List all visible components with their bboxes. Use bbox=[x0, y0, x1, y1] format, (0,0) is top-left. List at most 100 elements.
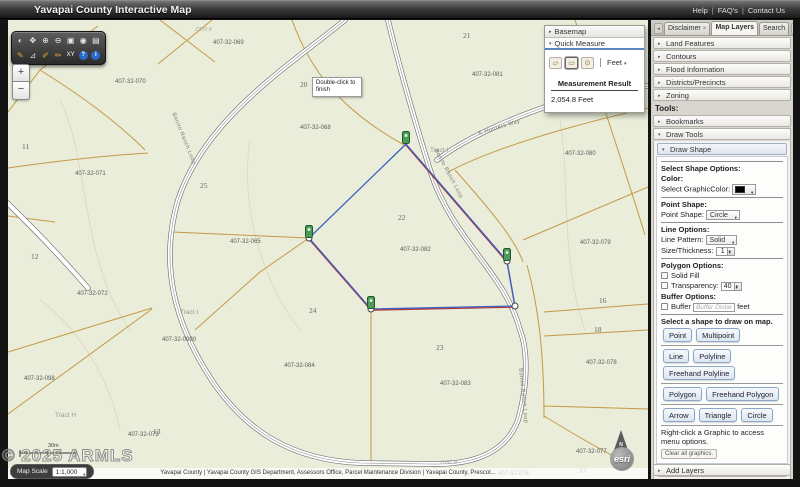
line-pattern-row: Line Pattern: Solid bbox=[661, 235, 783, 245]
esri-logo-label: esri bbox=[614, 454, 630, 464]
xy-coordinates-icon[interactable]: XY bbox=[64, 48, 77, 63]
accordion-flood-information[interactable]: Flood Information bbox=[653, 63, 791, 75]
help-icon[interactable]: ? bbox=[79, 51, 88, 60]
titlebar-link-contact-us[interactable]: Contact Us bbox=[748, 6, 785, 15]
accordion-draw-shape[interactable]: Draw Shape bbox=[657, 143, 787, 155]
line-pattern-label: Line Pattern: bbox=[661, 235, 704, 244]
toolbar-row-2: ✎⊿✐✏XY?i bbox=[14, 48, 102, 63]
graphic-color-label: Select GraphicColor: bbox=[661, 184, 730, 193]
map-scale-label: Map Scale bbox=[17, 468, 48, 475]
point-shape-title: Point Shape: bbox=[661, 200, 783, 209]
link-separator: | bbox=[712, 6, 714, 15]
quick-measure-body: ▱▭⊙Feet Measurement Result 2,054.8 Feet bbox=[545, 50, 644, 112]
shape-button-freehand-polyline[interactable]: Freehand Polyline bbox=[663, 366, 735, 380]
globe-icon[interactable]: ◐ bbox=[14, 33, 27, 48]
shape-button-row: Arrow TriangleCircle bbox=[661, 407, 783, 423]
shape-button-row: Freehand Polyline bbox=[661, 365, 783, 381]
titlebar-link-help[interactable]: Help bbox=[692, 6, 707, 15]
units-dropdown[interactable]: Feet bbox=[600, 58, 627, 67]
tab-scroll-left-icon[interactable]: ◂ bbox=[654, 23, 663, 34]
shape-button-polygon[interactable]: Polygon bbox=[663, 387, 702, 401]
color-swatch bbox=[735, 186, 745, 193]
buffer-distance-input[interactable] bbox=[693, 303, 735, 312]
measure-icon[interactable]: ⊿ bbox=[27, 48, 40, 63]
shape-button-freehand-polygon[interactable]: Freehand Polygon bbox=[706, 387, 779, 401]
info-icon[interactable]: i bbox=[91, 51, 100, 60]
zoom-in-button[interactable]: + bbox=[12, 64, 30, 82]
add-layers-wrap: Add Layers bbox=[651, 463, 793, 477]
location-measure-icon[interactable]: ⊙ bbox=[581, 57, 594, 69]
accordion-bookmarks[interactable]: Bookmarks bbox=[653, 115, 791, 127]
transparency-checkbox[interactable] bbox=[661, 282, 668, 289]
zoom-out-icon[interactable]: ⊖ bbox=[52, 33, 65, 48]
separator bbox=[661, 404, 783, 405]
stepper-icon[interactable] bbox=[728, 247, 735, 256]
solid-fill-label: Solid Fill bbox=[671, 271, 699, 280]
basemap-accordion-header[interactable]: Basemap bbox=[545, 26, 644, 38]
zoom-in-icon[interactable]: ⊕ bbox=[39, 33, 52, 48]
line-pattern-select[interactable]: Solid bbox=[706, 235, 738, 245]
layer-accordions: Land FeaturesContoursFlood InformationDi… bbox=[651, 37, 793, 101]
point-shape-select[interactable]: Circle bbox=[706, 210, 740, 220]
accordion-zoning[interactable]: Zoning bbox=[653, 89, 791, 101]
map-toolbar: ◐✥⊕⊖▣◉▤ ✎⊿✐✏XY?i bbox=[11, 31, 106, 65]
polygon-options-title: Polygon Options: bbox=[661, 261, 783, 270]
identify-icon[interactable]: ◉ bbox=[77, 33, 90, 48]
accordion-land-features[interactable]: Land Features bbox=[653, 37, 791, 49]
shape-button-arrow[interactable]: Arrow bbox=[663, 408, 695, 422]
tab-disclaimer[interactable]: Disclaimer× bbox=[664, 22, 710, 35]
titlebar-link-faq-s[interactable]: FAQ's bbox=[718, 6, 738, 15]
shape-button-point[interactable]: Point bbox=[663, 328, 692, 342]
tab-search[interactable]: Search bbox=[759, 22, 789, 35]
link-separator: | bbox=[742, 6, 744, 15]
solid-fill-row: Solid Fill bbox=[661, 271, 783, 280]
tab-label: Map Layers bbox=[715, 24, 754, 31]
map-scale-select[interactable]: 1:1,000 bbox=[52, 467, 88, 477]
vertex-pin-dot bbox=[370, 299, 373, 302]
shape-button-triangle[interactable]: Triangle bbox=[699, 408, 738, 422]
pan-hand-icon[interactable]: ✥ bbox=[27, 33, 40, 48]
buffer-checkbox[interactable] bbox=[661, 303, 668, 310]
separator bbox=[661, 383, 783, 384]
paint-icon[interactable]: ✏ bbox=[52, 48, 65, 63]
clear-graphics-button[interactable]: Clear all graphics. bbox=[661, 449, 717, 459]
accordion-draw-tools[interactable]: Draw Tools bbox=[653, 128, 791, 140]
accordion-add-layers[interactable]: Add Layers bbox=[653, 464, 791, 476]
accordion-districts-precincts[interactable]: Districts/Precincts bbox=[653, 76, 791, 88]
shape-button-row: Point Multipoint bbox=[661, 327, 783, 343]
shape-button-polyline[interactable]: Polyline bbox=[693, 349, 731, 363]
measurement-result-title: Measurement Result bbox=[551, 79, 638, 91]
draw-icon[interactable]: ✎ bbox=[14, 48, 27, 63]
size-thickness-value[interactable]: 1 bbox=[716, 247, 728, 256]
shape-buttons: Point Multipoint Line Polyline Freehand Poly… bbox=[661, 327, 783, 423]
tab-map-layers[interactable]: Map Layers bbox=[711, 21, 758, 35]
buffer-options-title: Buffer Options: bbox=[661, 292, 783, 301]
accordion-contours[interactable]: Contours bbox=[653, 50, 791, 62]
draw-shape-content: Select Shape Options: Color: Select Grap… bbox=[656, 156, 788, 464]
quick-measure-accordion-header[interactable]: Quick Measure bbox=[545, 38, 644, 50]
separator bbox=[661, 345, 783, 346]
titlebar: Yavapai County Interactive Map Help|FAQ'… bbox=[0, 0, 800, 19]
esri-logo: esri bbox=[610, 447, 634, 471]
shape-button-line[interactable]: Line bbox=[663, 349, 689, 363]
shape-button-circle[interactable]: Circle bbox=[741, 408, 772, 422]
solid-fill-checkbox[interactable] bbox=[661, 272, 668, 279]
zoom-control: + − bbox=[12, 64, 30, 100]
transparency-value[interactable]: 40 bbox=[721, 282, 735, 291]
shape-button-multipoint[interactable]: Multipoint bbox=[696, 328, 740, 342]
sketch-icon[interactable]: ✐ bbox=[39, 48, 52, 63]
print-icon[interactable]: ▤ bbox=[90, 33, 103, 48]
vertex-pin-icon bbox=[368, 297, 375, 309]
separator bbox=[661, 425, 783, 426]
tab-scroll-right-icon[interactable]: ▸ bbox=[791, 23, 793, 34]
area-measure-icon[interactable]: ▱ bbox=[549, 57, 562, 69]
tab-label: Search bbox=[763, 25, 785, 32]
distance-measure-icon[interactable]: ▭ bbox=[565, 57, 578, 69]
full-extent-icon[interactable]: ▣ bbox=[64, 33, 77, 48]
graphic-color-select[interactable] bbox=[732, 184, 756, 195]
tab-close-icon[interactable]: × bbox=[703, 25, 707, 32]
vertex-pin-icon bbox=[403, 132, 410, 144]
transparency-row: Transparency: 40 bbox=[661, 281, 783, 291]
zoom-out-button[interactable]: − bbox=[12, 82, 30, 100]
stepper-icon[interactable] bbox=[735, 282, 742, 291]
